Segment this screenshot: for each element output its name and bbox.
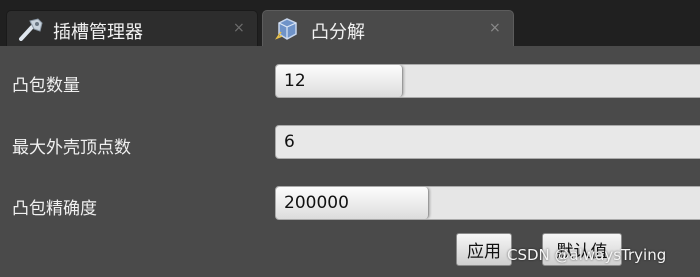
- watermark: CSDN @alwaysTrying: [507, 246, 667, 264]
- close-icon[interactable]: ×: [233, 21, 245, 35]
- hull-count-value: 12: [284, 71, 306, 91]
- max-hull-vertices-value: 6: [284, 132, 295, 152]
- hull-precision-slider[interactable]: 200000: [275, 186, 700, 220]
- tab-slot-manager[interactable]: 插槽管理器 ×: [6, 10, 258, 46]
- tab-bar: 插槽管理器 × 凸分解 ×: [0, 0, 700, 46]
- apply-button[interactable]: 应用: [456, 233, 512, 266]
- tab-label: 凸分解: [311, 22, 365, 43]
- hull-count-slider[interactable]: 12: [275, 64, 700, 98]
- hull-precision-label: 凸包精确度: [12, 199, 97, 219]
- wrench-icon: [17, 16, 45, 42]
- tab-convex-decomposition[interactable]: 凸分解 ×: [262, 10, 514, 46]
- convex-shape-icon: [273, 16, 301, 42]
- max-hull-vertices-label: 最大外壳顶点数: [12, 138, 131, 158]
- hull-count-label: 凸包数量: [12, 76, 80, 96]
- max-hull-vertices-input[interactable]: 6: [275, 125, 700, 159]
- tab-label: 插槽管理器: [53, 22, 143, 43]
- hull-precision-value: 200000: [284, 193, 349, 213]
- close-icon[interactable]: ×: [489, 21, 501, 35]
